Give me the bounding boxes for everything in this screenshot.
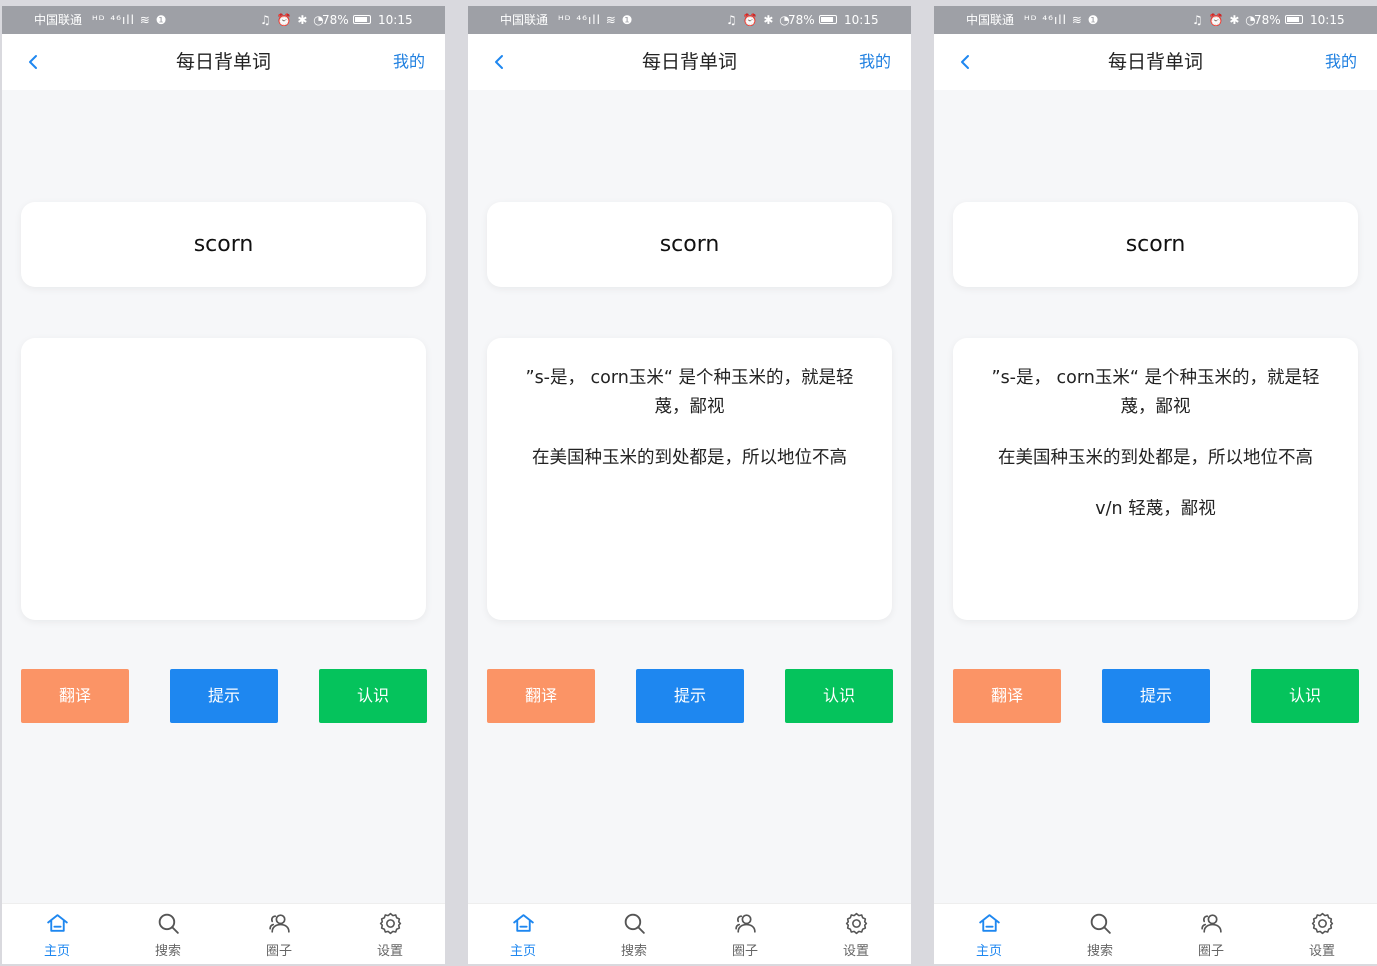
gear-icon xyxy=(845,912,868,935)
home-icon xyxy=(47,914,68,932)
tab-settings[interactable]: 设置 xyxy=(335,904,445,964)
hint-button[interactable]: 提示 xyxy=(1102,669,1210,723)
battery-percent: 78% xyxy=(788,13,815,27)
signal-icons: ᴴᴰ ⁴⁶ıll ≋ ❶ xyxy=(1024,13,1100,27)
tab-home[interactable]: 主页 xyxy=(934,904,1044,964)
tab-label: 设置 xyxy=(842,944,869,959)
gear-icon xyxy=(1311,912,1334,935)
tab-label: 圈子 xyxy=(731,944,758,959)
hint-button[interactable]: 提示 xyxy=(170,669,278,723)
tab-search[interactable]: 搜索 xyxy=(1045,904,1155,964)
clock: 10:15 xyxy=(1310,13,1345,27)
mine-link[interactable]: 我的 xyxy=(393,34,425,90)
tab-label: 搜索 xyxy=(154,944,181,959)
search-icon xyxy=(1090,913,1111,934)
clock: 10:15 xyxy=(378,13,413,27)
word-card: scorn xyxy=(953,202,1358,287)
group-icon xyxy=(269,914,290,933)
tab-label: 搜索 xyxy=(620,944,647,959)
group-icon xyxy=(1201,914,1222,933)
battery-icon xyxy=(353,15,371,24)
status-bar: 中国联通 ᴴᴰ ⁴⁶ıll ≋ ❶ ♫ ⏰ ✱ ◔ 78% 10:15 xyxy=(934,6,1377,34)
definition-line: v/n 轻蔑，鄙视 xyxy=(1095,499,1216,519)
translate-button[interactable]: 翻译 xyxy=(21,669,129,723)
tab-search[interactable]: 搜索 xyxy=(113,904,223,964)
tab-label: 搜索 xyxy=(1086,944,1113,959)
tab-search[interactable]: 搜索 xyxy=(579,904,689,964)
definition-line: ”s-是， corn玉米“ 是个种玉米的，就是轻蔑，鄙视 xyxy=(525,368,854,417)
phone-screen-2: 中国联通 ᴴᴰ ⁴⁶ıll ≋ ❶ ♫ ⏰ ✱ ◔ 78% 10:15 每日背单… xyxy=(468,6,911,964)
system-icons: ♫ ⏰ ✱ ◔ xyxy=(260,13,325,27)
mine-link[interactable]: 我的 xyxy=(1325,34,1357,90)
mine-link[interactable]: 我的 xyxy=(859,34,891,90)
tab-circle[interactable]: 圈子 xyxy=(690,904,800,964)
definition-line: 在美国种玉米的到处都是，所以地位不高 xyxy=(532,448,847,468)
hint-button[interactable]: 提示 xyxy=(636,669,744,723)
phone-screen-1: 中国联通 ᴴᴰ ⁴⁶ıll ≋ ❶ ♫ ⏰ ✱ ◔ 78% 10:15 每日背单… xyxy=(2,6,445,964)
tab-settings[interactable]: 设置 xyxy=(801,904,911,964)
home-icon xyxy=(979,914,1000,932)
carrier-name: 中国联通 xyxy=(966,13,1015,27)
carrier-name: 中国联通 xyxy=(34,13,83,27)
tab-circle[interactable]: 圈子 xyxy=(1156,904,1266,964)
tab-home[interactable]: 主页 xyxy=(468,904,578,964)
battery-icon xyxy=(819,15,837,24)
signal-icons: ᴴᴰ ⁴⁶ıll ≋ ❶ xyxy=(92,13,168,27)
system-icons: ♫ ⏰ ✱ ◔ xyxy=(726,13,791,27)
word-card: scorn xyxy=(21,202,426,287)
phone-screen-3: 中国联通 ᴴᴰ ⁴⁶ıll ≋ ❶ ♫ ⏰ ✱ ◔ 78% 10:15 每日背单… xyxy=(934,6,1377,964)
definition-line: 在美国种玉米的到处都是，所以地位不高 xyxy=(998,448,1313,468)
know-button[interactable]: 认识 xyxy=(785,669,893,723)
search-icon xyxy=(624,913,645,934)
clock: 10:15 xyxy=(844,13,879,27)
tab-home[interactable]: 主页 xyxy=(2,904,112,964)
page-title: 每日背单词 xyxy=(175,51,271,73)
word-card: scorn xyxy=(487,202,892,287)
tab-label: 圈子 xyxy=(1197,944,1224,959)
tab-label: 主页 xyxy=(43,944,70,959)
battery-percent: 78% xyxy=(322,13,349,27)
tab-label: 设置 xyxy=(1308,944,1335,959)
nav-bar: 每日背单词 我的 xyxy=(2,34,445,90)
nav-bar: 每日背单词 我的 xyxy=(934,34,1377,90)
nav-bar: 每日背单词 我的 xyxy=(468,34,911,90)
tab-label: 主页 xyxy=(975,944,1002,959)
carrier-name: 中国联通 xyxy=(500,13,549,27)
home-icon xyxy=(513,914,534,932)
definition-card: ”s-是， corn玉米“ 是个种玉米的，就是轻蔑，鄙视 在美国种玉米的到处都是… xyxy=(953,338,1358,620)
status-bar: 中国联通 ᴴᴰ ⁴⁶ıll ≋ ❶ ♫ ⏰ ✱ ◔ 78% 10:15 xyxy=(468,6,911,34)
gear-icon xyxy=(379,912,402,935)
tab-settings[interactable]: 设置 xyxy=(1267,904,1377,964)
tab-circle[interactable]: 圈子 xyxy=(224,904,334,964)
battery-percent: 78% xyxy=(1254,13,1281,27)
battery-icon xyxy=(1285,15,1303,24)
tab-bar: 主页 搜索 圈子 设置 xyxy=(2,903,445,964)
page-title: 每日背单词 xyxy=(641,51,737,73)
search-icon xyxy=(158,913,179,934)
definition-card xyxy=(21,338,426,620)
page-title: 每日背单词 xyxy=(1107,51,1203,73)
know-button[interactable]: 认识 xyxy=(1251,669,1359,723)
tab-label: 主页 xyxy=(509,944,536,959)
system-icons: ♫ ⏰ ✱ ◔ xyxy=(1192,13,1257,27)
signal-icons: ᴴᴰ ⁴⁶ıll ≋ ❶ xyxy=(558,13,634,27)
definition-line: ”s-是， corn玉米“ 是个种玉米的，就是轻蔑，鄙视 xyxy=(991,368,1320,417)
group-icon xyxy=(735,914,756,933)
tab-bar: 主页 搜索 圈子 设置 xyxy=(468,903,911,964)
translate-button[interactable]: 翻译 xyxy=(487,669,595,723)
definition-card: ”s-是， corn玉米“ 是个种玉米的，就是轻蔑，鄙视 在美国种玉米的到处都是… xyxy=(487,338,892,620)
tab-label: 圈子 xyxy=(265,944,292,959)
tab-bar: 主页 搜索 圈子 设置 xyxy=(934,903,1377,964)
status-bar: 中国联通 ᴴᴰ ⁴⁶ıll ≋ ❶ ♫ ⏰ ✱ ◔ 78% 10:15 xyxy=(2,6,445,34)
tab-label: 设置 xyxy=(376,944,403,959)
know-button[interactable]: 认识 xyxy=(319,669,427,723)
translate-button[interactable]: 翻译 xyxy=(953,669,1061,723)
